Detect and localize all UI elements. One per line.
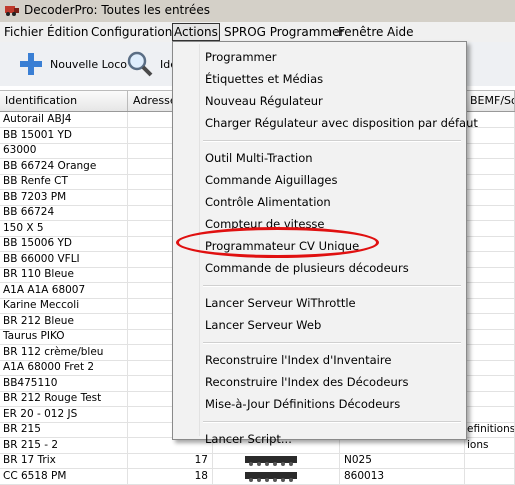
title-bar: DecoderPro: Toutes les entrées [0, 0, 515, 22]
identify-button[interactable]: Ide [126, 48, 177, 80]
menu-fichier[interactable]: Fichier [4, 24, 43, 40]
cell-identification: BR 112 crème/bleu [0, 344, 128, 360]
cell-decoder: N025 [340, 453, 465, 468]
cell-identification: 150 X 5 [0, 220, 128, 236]
magnifier-icon [127, 51, 153, 77]
menu-item-charger-regulateur-avec-disposition-par-defaut[interactable]: Charger Régulateur avec disposition par … [205, 113, 478, 133]
column-identification[interactable]: Identification [0, 91, 128, 111]
window-title: DecoderPro: Toutes les entrées [24, 3, 210, 17]
menu-actions[interactable]: Actions [172, 23, 220, 41]
cell-identification: BR 212 Bleue [0, 313, 128, 329]
menu-separator [203, 140, 461, 142]
cell-bemf [465, 236, 515, 251]
cell-identification: BB475110 [0, 375, 128, 391]
cell-identification: BB 66724 Orange [0, 158, 128, 174]
menu-item-commande-aiguillages[interactable]: Commande Aiguillages [205, 170, 338, 190]
cell-bemf: ions [465, 437, 515, 453]
cell-bemf [465, 251, 515, 267]
cell-bemf [465, 344, 515, 360]
menu-item-reconstruire-l-index-des-decodeurs[interactable]: Reconstruire l'Index des Décodeurs [205, 372, 408, 392]
cell-bemf [465, 375, 515, 391]
cell-identification: BB Renfe CT [0, 174, 128, 189]
menu-item-etiquettes-et-medias[interactable]: Étiquettes et Médias [205, 69, 323, 89]
train-app-icon [5, 6, 19, 16]
cell-bemf [465, 329, 515, 344]
highlight-ellipse [176, 227, 379, 258]
new-loco-label: Nouvelle Loco [50, 57, 128, 71]
cell-identification: BB 7203 PM [0, 189, 128, 205]
cell-identification: A1A 68000 Fret 2 [0, 360, 128, 375]
cell-identification: BB 66000 VFLI [0, 251, 128, 267]
cell-bemf [465, 220, 515, 236]
cell-bemf: efinitions [467, 422, 515, 437]
menu-item-reconstruire-l-index-d-inventaire[interactable]: Reconstruire l'Index d'Inventaire [205, 350, 391, 370]
cell-bemf [465, 360, 515, 375]
cell-identification: BB 15001 YD [0, 127, 128, 143]
menu-item-controle-alimentation[interactable]: Contrôle Alimentation [205, 192, 331, 212]
cell-image [213, 468, 340, 484]
cell-identification: BR 215 - 2 [0, 437, 128, 453]
cell-bemf [465, 267, 515, 282]
cell-identification: Karine Meccoli [0, 298, 128, 313]
menu-edition[interactable]: Édition [47, 24, 89, 40]
cell-identification: BR 215 [0, 422, 128, 437]
menu-separator [203, 421, 461, 423]
cell-identification: BR 110 Bleue [0, 267, 128, 282]
cell-bemf [465, 143, 515, 158]
cell-identification: Taurus PIKO [0, 329, 128, 344]
menu-separator [203, 285, 461, 287]
cell-bemf [465, 174, 515, 189]
cell-identification: BB 15006 YD [0, 236, 128, 251]
cell-identification: 63000 [0, 143, 128, 158]
cell-adresse: 17 [128, 453, 213, 468]
menu-item-programmer[interactable]: Programmer [205, 47, 277, 67]
cell-identification: ER 20 - 012 JS [0, 406, 128, 422]
cell-bemf [465, 189, 515, 205]
menu-item-commande-de-plusieurs-decodeurs[interactable]: Commande de plusieurs décodeurs [205, 258, 409, 278]
table-row[interactable]: CC 6518 PM 18 860013 [0, 468, 515, 485]
column-bemf[interactable]: BEMF/Sou [465, 91, 515, 111]
cell-bemf [465, 205, 515, 220]
cell-identification: BR 212 Rouge Test [0, 391, 128, 406]
cell-identification: BR 17 Trix [0, 453, 128, 468]
menu-item-lancer-serveur-web[interactable]: Lancer Serveur Web [205, 315, 321, 335]
cell-bemf [465, 282, 515, 298]
menu-separator [203, 342, 461, 344]
menu-fenetre[interactable]: Fenêtre [338, 24, 383, 40]
menu-aide[interactable]: Aide [387, 24, 414, 40]
table-row[interactable]: BR 17 Trix 17 N025 [0, 453, 515, 469]
menu-bar: Fichier Édition Configuration Actions SP… [0, 22, 515, 42]
cell-bemf [465, 298, 515, 313]
cell-image [213, 453, 340, 468]
menu-item-mise-a-jour-definitions-decodeurs[interactable]: Mise-à-Jour Définitions Décodeurs [205, 394, 400, 414]
cell-identification: CC 6518 PM [0, 468, 128, 484]
cell-decoder: 860013 [340, 468, 465, 484]
menu-item-nouveau-regulateur[interactable]: Nouveau Régulateur [205, 91, 323, 111]
cell-bemf [465, 391, 515, 406]
cell-bemf [465, 468, 515, 484]
cell-bemf [465, 313, 515, 329]
cell-bemf [465, 406, 515, 422]
cell-identification: A1A A1A 68007 [0, 282, 128, 298]
menu-sprog-programmer[interactable]: SPROG Programmer [224, 24, 344, 40]
menu-item-lancer-script[interactable]: Lancer Script... [205, 429, 292, 449]
cell-bemf [465, 158, 515, 174]
cell-bemf [465, 453, 515, 468]
cell-identification: Autorail ABJ4 [0, 112, 128, 127]
plus-icon [20, 53, 42, 75]
cell-adresse: 18 [128, 468, 213, 484]
locomotive-thumbnail [245, 456, 297, 466]
cell-identification: BB 66724 [0, 205, 128, 220]
new-loco-button[interactable]: Nouvelle Loco [18, 48, 127, 80]
menu-item-outil-multi-traction[interactable]: Outil Multi-Traction [205, 148, 313, 168]
menu-configuration[interactable]: Configuration [91, 24, 172, 40]
menu-item-lancer-serveur-withrottle[interactable]: Lancer Serveur WiThrottle [205, 293, 356, 313]
locomotive-thumbnail [245, 471, 297, 482]
